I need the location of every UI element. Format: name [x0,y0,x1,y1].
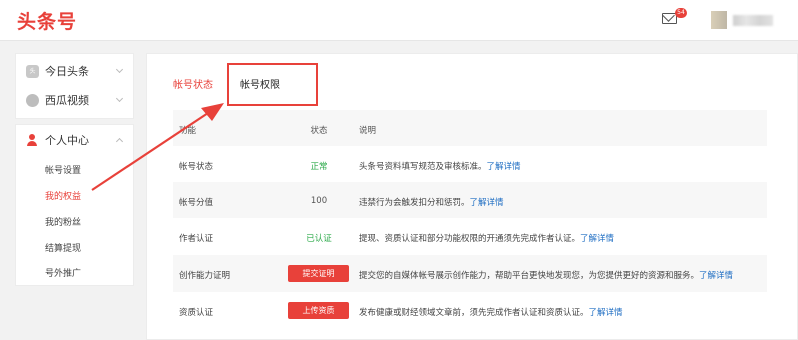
sidebar-section-label: 个人中心 [45,134,89,147]
column-header-status-label: 状态 [310,126,328,136]
sidebar-personal-center: 个人中心 帐号设置 我的权益 我的粉丝 结算提现 号外推广 [15,124,134,286]
description-text: 提交您的自媒体帐号展示创作能力，帮助平台更快地发现您，为您提供更好的资源和服务。 [359,271,700,281]
user-icon [26,133,38,147]
chevron-down-icon [115,94,124,103]
description-text: 头条号资料填写规范及审核标准。 [359,162,487,172]
row-description: 发布健康或财经领域文章前，须先完成作者认证和资质认证。了解详情 [359,306,623,318]
learn-more-link[interactable]: 了解详情 [470,198,504,208]
score-value: 100 [310,196,328,206]
table-row: 作者认证 已认证 提现、资质认证和部分功能权限的开通须先完成作者认证。了解详情 [173,218,767,255]
row-description: 违禁行为会触发扣分和惩罚。了解详情 [359,196,504,208]
chevron-down-icon [115,65,124,74]
table-row: 帐号分值 100 违禁行为会触发扣分和惩罚。了解详情 [173,182,767,218]
status-badge: 正常 [310,162,328,172]
main-panel: 帐号状态 帐号权限 功能 状态 说明 帐号状态 正常 头条号资料填写规范及审核标… [146,53,798,340]
upload-qualification-button[interactable]: 上传资质 [288,302,349,319]
table-row: 帐号状态 正常 头条号资料填写规范及审核标准。了解详情 [173,146,767,182]
learn-more-link[interactable]: 了解详情 [699,271,733,281]
row-feature: 帐号分值 [179,198,214,208]
sidebar-platforms: 头 今日头条 西瓜视频 [15,53,134,119]
sidebar-item-xigua[interactable]: 西瓜视频 [26,89,126,111]
toutiao-icon: 头 [26,64,39,78]
mail-badge: 54 [675,8,687,18]
table-row: 创作能力证明 提交证明 提交您的自媒体帐号展示创作能力，帮助平台更快地发现您，为… [173,255,767,292]
sidebar-item-account-settings[interactable]: 帐号设置 [45,163,81,176]
table-row: 资质认证 上传资质 发布健康或财经领域文章前，须先完成作者认证和资质认证。了解详… [173,292,767,329]
sidebar-item-label: 今日头条 [45,65,89,78]
row-description: 提交您的自媒体帐号展示创作能力，帮助平台更快地发现您，为您提供更好的资源和服务。… [359,269,733,281]
sidebar-item-label: 西瓜视频 [45,94,89,107]
description-text: 发布健康或财经领域文章前，须先完成作者认证和资质认证。 [359,308,589,318]
learn-more-link[interactable]: 了解详情 [580,234,614,244]
status-badge: 已认证 [306,234,332,244]
top-bar: 头条号 54 [0,0,798,41]
row-description: 头条号资料填写规范及审核标准。了解详情 [359,160,521,172]
description-text: 提现、资质认证和部分功能权限的开通须先完成作者认证。 [359,234,581,244]
username-blurred[interactable] [733,15,773,26]
xigua-icon [26,93,39,107]
row-feature: 帐号状态 [179,162,214,172]
submit-proof-button[interactable]: 提交证明 [288,265,349,282]
description-text: 违禁行为会触发扣分和惩罚。 [359,198,470,208]
highlight-box [227,63,318,106]
column-header-feature: 功能 [179,126,197,136]
row-feature: 作者认证 [179,234,214,244]
row-feature: 创作能力证明 [179,271,231,281]
column-header-description: 说明 [359,126,377,136]
learn-more-link[interactable]: 了解详情 [589,308,623,318]
sidebar-item-promotion[interactable]: 号外推广 [45,266,81,279]
sidebar-item-my-fans[interactable]: 我的粉丝 [45,215,81,228]
table-header: 功能 状态 说明 [173,110,767,146]
sidebar-item-settlement[interactable]: 结算提现 [45,241,81,254]
row-feature: 资质认证 [179,308,214,318]
sidebar-item-toutiao[interactable]: 头 今日头条 [26,60,126,82]
sidebar-section-personal-center[interactable]: 个人中心 [26,129,126,151]
chevron-up-icon [115,137,124,146]
row-description: 提现、资质认证和部分功能权限的开通须先完成作者认证。了解详情 [359,232,614,244]
avatar[interactable] [711,11,727,29]
learn-more-link[interactable]: 了解详情 [487,162,521,172]
logo[interactable]: 头条号 [17,7,77,34]
sidebar-item-my-rights[interactable]: 我的权益 [45,189,81,202]
tab-account-status[interactable]: 帐号状态 [173,76,213,91]
